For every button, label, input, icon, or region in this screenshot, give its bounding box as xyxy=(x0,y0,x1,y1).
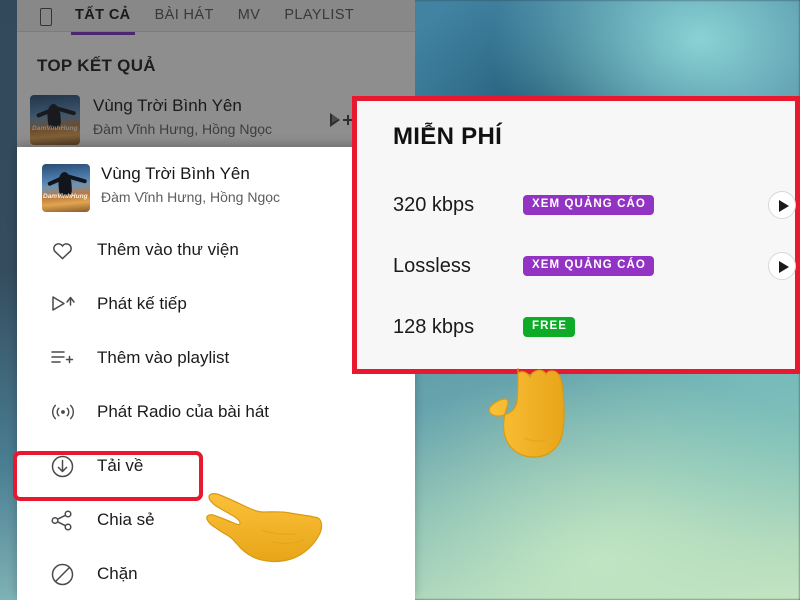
play-next-icon xyxy=(50,291,76,317)
preview-play-button[interactable] xyxy=(768,191,796,219)
download-icon xyxy=(50,453,76,479)
preview-play-button[interactable] xyxy=(768,252,796,280)
quality-label: Lossless xyxy=(393,255,471,277)
quality-label: 320 kbps xyxy=(393,194,475,216)
pointing-left-hand-emoji xyxy=(196,484,324,566)
watch-ad-badge[interactable]: XEM QUẢNG CÁO xyxy=(523,195,654,215)
quality-row-128[interactable]: 128 kbps FREE xyxy=(393,313,793,347)
menu-song-title: Vùng Trời Bình Yên xyxy=(101,164,250,183)
block-icon xyxy=(50,561,76,587)
playlist-add-icon xyxy=(50,345,76,371)
watch-ad-badge[interactable]: XEM QUẢNG CÁO xyxy=(523,256,654,276)
pointing-up-hand-emoji xyxy=(480,368,592,496)
quality-row-lossless[interactable]: Lossless XEM QUẢNG CÁO xyxy=(393,252,796,286)
menu-thumbnail-watermark: DamVinhHung xyxy=(43,193,88,200)
quality-label: 128 kbps xyxy=(393,316,475,338)
menu-item-play-radio[interactable]: Phát Radio của bài hát xyxy=(17,385,415,439)
download-quality-panel: MIỄN PHÍ 320 kbps XEM QUẢNG CÁO Lossless… xyxy=(352,96,800,374)
radio-icon xyxy=(50,399,76,425)
background-left-strip xyxy=(0,0,17,600)
heart-icon xyxy=(52,242,78,268)
menu-item-label: Thêm vào thư viện xyxy=(97,240,239,259)
menu-item-label: Chặn xyxy=(97,564,138,583)
menu-item-label: Phát Radio của bài hát xyxy=(97,402,270,421)
quality-row-320[interactable]: 320 kbps XEM QUẢNG CÁO xyxy=(393,191,796,225)
share-icon xyxy=(50,507,76,533)
menu-artists: Đàm Vĩnh Hưng, Hồng Ngọc xyxy=(101,189,281,205)
menu-item-label: Phát kế tiếp xyxy=(97,294,187,313)
quality-panel-title: MIỄN PHÍ xyxy=(393,123,503,150)
menu-item-label: Tải về xyxy=(97,456,144,475)
free-badge: FREE xyxy=(523,317,576,337)
menu-album-thumbnail: DamVinhHung xyxy=(42,164,90,212)
menu-item-label: Chia sẻ xyxy=(97,510,155,529)
menu-item-label: Thêm vào playlist xyxy=(97,348,230,367)
